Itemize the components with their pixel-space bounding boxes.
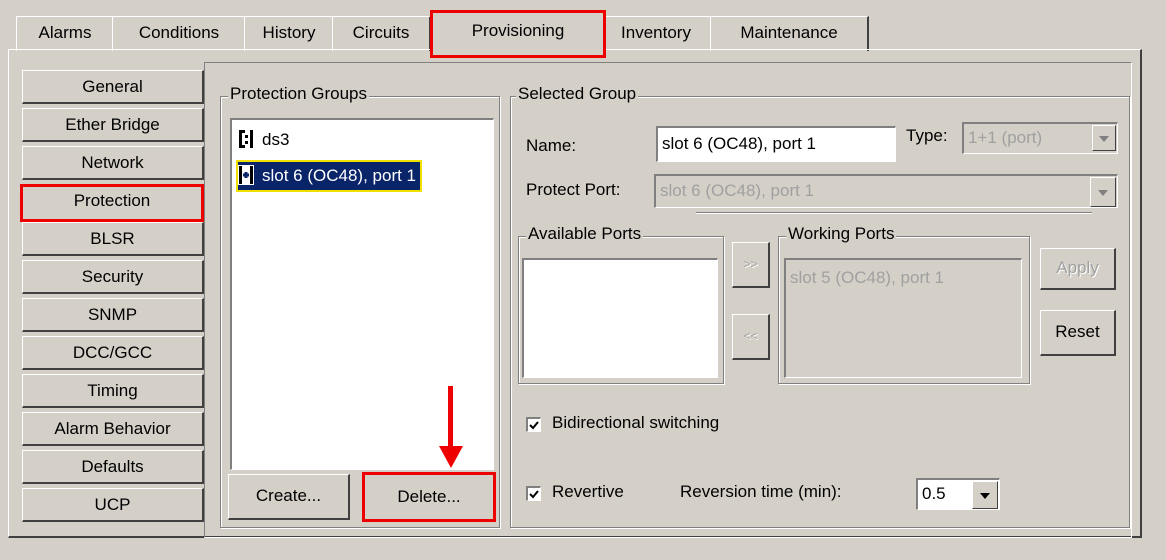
nav-protection[interactable]: Protection [20, 184, 204, 222]
protect-port-label: Protect Port: [526, 180, 621, 199]
protection-groups-title: Protection Groups [228, 84, 370, 104]
arrow-down-annotation-icon [439, 386, 463, 468]
separator [696, 212, 1092, 214]
move-right-button[interactable]: >> [732, 242, 770, 288]
nav-network[interactable]: Network [22, 146, 204, 180]
nav-snmp[interactable]: SNMP [22, 298, 204, 332]
delete-button[interactable]: Delete... [362, 472, 496, 522]
name-field[interactable]: slot 6 (OC48), port 1 [656, 126, 896, 162]
nav-ether-bridge[interactable]: Ether Bridge [22, 108, 204, 142]
type-dropdown-arrow-icon[interactable] [1092, 125, 1116, 151]
reversion-time-label: Reversion time (min): [680, 482, 842, 501]
one-to-n-protection-icon [239, 129, 253, 148]
nav-dcc-gcc[interactable]: DCC/GCC [22, 336, 204, 370]
tab-provisioning[interactable]: Provisioning [430, 10, 606, 58]
bidirectional-switching-checkbox[interactable] [526, 417, 541, 432]
tab-inventory[interactable]: Inventory [600, 16, 713, 51]
tab-alarms[interactable]: Alarms [16, 16, 115, 51]
checkmark-icon [529, 421, 539, 430]
working-ports-list[interactable]: slot 5 (OC48), port 1 [784, 258, 1022, 378]
nav-timing[interactable]: Timing [22, 374, 204, 408]
type-label: Type: [906, 126, 948, 145]
reversion-time-select[interactable]: 0.5 [916, 478, 1000, 510]
nav-defaults[interactable]: Defaults [22, 450, 204, 484]
reversion-time-dropdown-arrow-icon[interactable] [972, 481, 998, 509]
checkmark-icon [529, 490, 539, 499]
list-item[interactable]: slot 5 (OC48), port 1 [790, 264, 944, 292]
revertive-checkbox[interactable] [526, 486, 541, 501]
type-select[interactable]: 1+1 (port) [962, 122, 1118, 154]
nav-alarm-behavior[interactable]: Alarm Behavior [22, 412, 204, 446]
one-plus-one-protection-icon [238, 164, 254, 185]
tab-conditions[interactable]: Conditions [112, 16, 247, 51]
revertive-label: Revertive [552, 482, 624, 501]
create-button[interactable]: Create... [228, 474, 350, 520]
move-left-button[interactable]: << [732, 314, 770, 360]
selected-group-title: Selected Group [516, 84, 639, 104]
nav-blsr[interactable]: BLSR [22, 222, 204, 256]
available-ports-list[interactable] [522, 258, 718, 378]
list-item[interactable]: ds3 [238, 126, 289, 154]
nav-ucp[interactable]: UCP [22, 488, 204, 522]
nav-security[interactable]: Security [22, 260, 204, 294]
bidirectional-switching-label: Bidirectional switching [552, 413, 720, 432]
apply-button[interactable]: Apply [1040, 248, 1116, 290]
tab-history[interactable]: History [244, 16, 335, 51]
nav-general[interactable]: General [22, 70, 204, 104]
available-ports-title: Available Ports [526, 224, 644, 244]
tab-maintenance[interactable]: Maintenance [710, 16, 869, 51]
list-item-selected[interactable]: slot 6 (OC48), port 1 [235, 160, 423, 192]
working-ports-title: Working Ports [786, 224, 897, 244]
name-label: Name: [526, 136, 577, 155]
tab-circuits[interactable]: Circuits [332, 16, 431, 51]
protect-port-select[interactable]: slot 6 (OC48), port 1 [654, 174, 1118, 208]
reset-button[interactable]: Reset [1040, 310, 1116, 356]
protect-port-dropdown-arrow-icon[interactable] [1090, 177, 1116, 207]
